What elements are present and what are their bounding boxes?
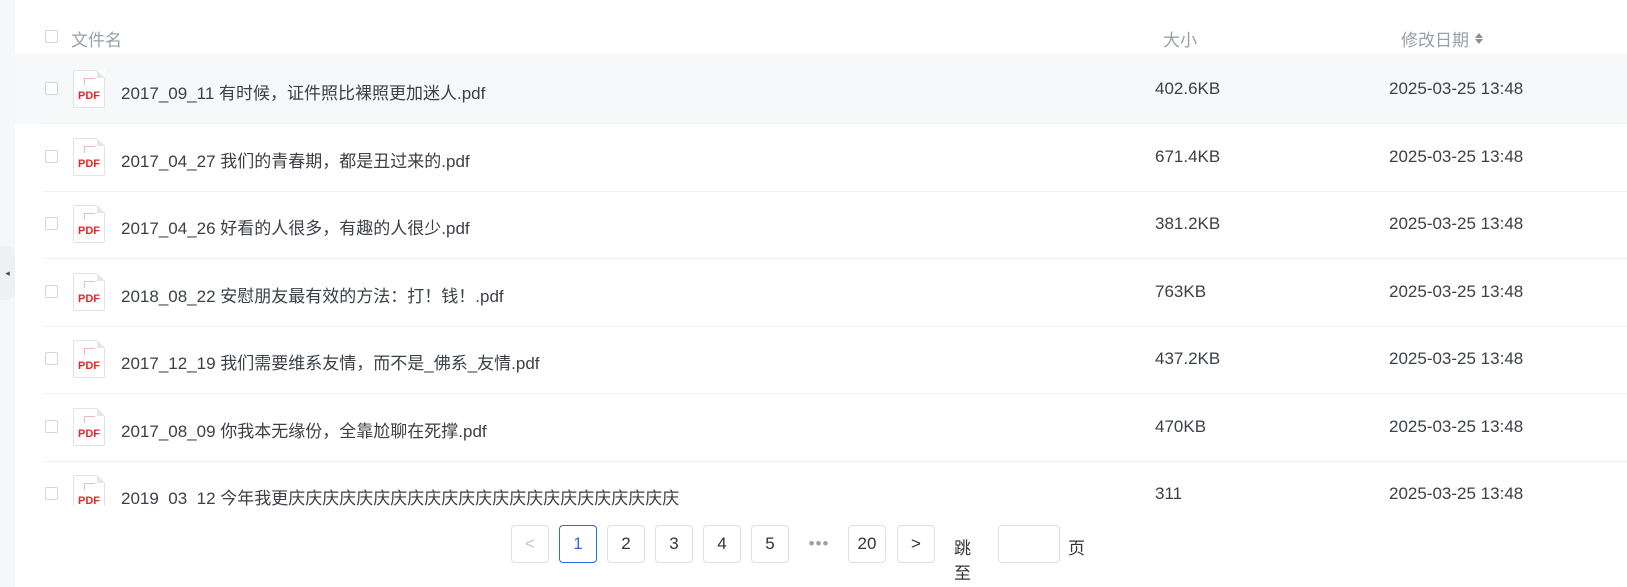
chevron-right-icon: > [911,534,921,553]
file-size: 402.6KB [1155,79,1221,98]
file-row[interactable]: PDF 2018_08_22 安慰朋友最有效的方法：打！钱！.pdf 763KB 20… [15,257,1627,327]
file-list: 文件名 大小 修改日期 PDF 2017_09_11 有时候，证件照比裸照更加迷人… [15,0,1627,506]
file-name[interactable]: 2018_08_22 安慰朋友最有效的方法：打！钱！.pdf [121,282,504,307]
page-suffix-label: 页 [1068,539,1085,558]
select-all-checkbox[interactable] [45,30,58,43]
file-row[interactable]: PDF 2017_04_26 好看的人很多，有趣的人很少.pdf 381.2KB 20… [15,189,1627,259]
page-button-1[interactable]: 1 [559,525,597,563]
file-size: 470KB [1155,416,1207,436]
file-row[interactable]: PDF 2017_12_19 我们需要维系友情，而不是_佛系_友情.pdf 437.… [15,324,1627,394]
file-row[interactable]: PDF 2017_08_09 你我本无缘份，全靠尬聊在死撑.pdf 470KB 202… [15,392,1627,462]
row-checkbox[interactable] [45,352,58,365]
collapse-sidebar-handle[interactable]: ◂ [0,246,15,300]
pdf-file-icon: PDF [73,70,105,108]
column-header-size[interactable]: 大小 [1163,26,1197,51]
file-name[interactable]: 2017_08_09 你我本无缘份，全靠尬聊在死撑.pdf [121,417,487,442]
pdf-icon-label: PDF [78,292,100,305]
row-checkbox[interactable] [45,419,58,433]
pdf-file-icon: PDF [73,272,105,311]
pdf-icon-label: PDF [78,157,100,170]
pdf-file-icon: PDF [73,407,105,446]
jump-page-input[interactable] [998,525,1060,563]
file-modified-date: 2025-03-25 13:48 [1389,79,1524,98]
file-size: 671.4KB [1155,146,1221,166]
pdf-icon-label: PDF [78,225,100,237]
file-modified-date: 2025-03-25 13:48 [1389,484,1524,503]
page-button-4[interactable]: 4 [703,525,741,563]
file-name[interactable]: 2017_04_26 好看的人很多，有趣的人很少.pdf [121,214,470,239]
pdf-file-icon: PDF [73,137,105,176]
row-checkbox[interactable] [45,487,58,500]
file-row[interactable]: PDF 2019_03_12 今年我更庆庆庆庆庆庆庆庆庆庆庆庆庆庆庆庆庆庆庆庆庆庆… [15,459,1627,506]
file-row[interactable]: PDF 2017_04_27 我们的青春期，都是丑过来的.pdf 671.4KB 20… [15,122,1627,192]
column-header-date-label: 修改日期 [1401,31,1469,50]
pdf-file-icon: PDF [73,205,105,243]
file-modified-date: 2025-03-25 13:48 [1389,281,1524,301]
pdf-icon-label: PDF [78,427,100,440]
column-header-date[interactable]: 修改日期 [1401,26,1483,51]
file-size: 311 [1155,484,1183,503]
pdf-icon-label: PDF [78,360,100,372]
jump-to-label: 跳至 [954,539,971,583]
file-modified-date: 2025-03-25 13:48 [1389,416,1524,436]
pdf-file-icon: PDF [73,340,105,378]
chevron-left-icon: < [525,534,535,553]
file-modified-date: 2025-03-25 13:48 [1389,349,1524,368]
row-checkbox[interactable] [45,82,58,95]
page-button-5[interactable]: 5 [751,525,789,563]
sort-icon[interactable] [1475,33,1483,44]
file-size: 381.2KB [1155,214,1221,233]
page-button-3[interactable]: 3 [655,525,693,563]
pdf-icon-label: PDF [78,495,100,506]
file-name[interactable]: 2017_04_27 我们的青春期，都是丑过来的.pdf [121,147,470,172]
pdf-icon-label: PDF [78,90,100,102]
file-name[interactable]: 2017_12_19 我们需要维系友情，而不是_佛系_友情.pdf [121,349,540,374]
prev-page-button[interactable]: < [511,525,549,563]
row-checkbox[interactable] [45,149,58,163]
file-list-header: 文件名 大小 修改日期 [15,15,1627,57]
file-row[interactable]: PDF 2017_09_11 有时候，证件照比裸照更加迷人.pdf 402.6KB 2… [15,54,1627,124]
file-size: 763KB [1155,281,1207,301]
file-name[interactable]: 2019_03_12 今年我更庆庆庆庆庆庆庆庆庆庆庆庆庆庆庆庆庆庆庆庆庆庆庆 [121,484,679,506]
file-size: 437.2KB [1155,349,1221,368]
file-modified-date: 2025-03-25 13:48 [1389,214,1524,233]
caret-left-icon: ◂ [5,267,10,278]
row-checkbox[interactable] [45,217,58,230]
row-checkbox[interactable] [45,284,58,298]
page-button-2[interactable]: 2 [607,525,645,563]
next-page-button[interactable]: > [897,525,935,563]
page-button-20[interactable]: 20 [848,525,886,563]
pdf-file-icon: PDF [73,475,105,506]
file-name[interactable]: 2017_09_11 有时候，证件照比裸照更加迷人.pdf [121,79,485,104]
more-pages-ellipsis[interactable]: ••• [800,525,838,563]
file-modified-date: 2025-03-25 13:48 [1389,146,1524,166]
column-header-name[interactable]: 文件名 [71,26,122,51]
